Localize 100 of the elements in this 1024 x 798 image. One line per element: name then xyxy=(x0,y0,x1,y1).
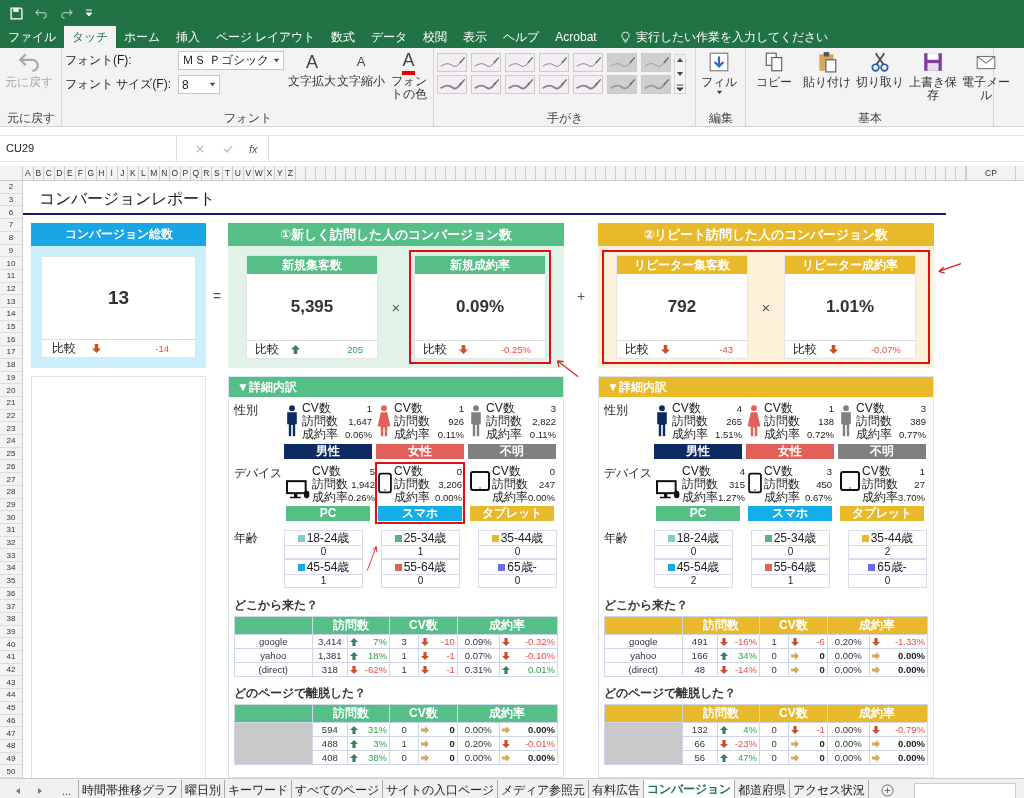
row-header[interactable]: 19 xyxy=(0,371,22,385)
pen-swatch[interactable] xyxy=(505,53,535,72)
row-header[interactable]: 25 xyxy=(0,447,22,461)
row-header[interactable]: 32 xyxy=(0,536,22,550)
toolbar-button[interactable]: 貼り付け xyxy=(802,51,852,89)
column-header[interactable]: Q xyxy=(191,166,202,180)
row-header[interactable]: 13 xyxy=(0,295,22,309)
toolbar-button[interactable]: 電子メール xyxy=(961,51,1011,102)
row-header[interactable]: 43 xyxy=(0,676,22,690)
row-header[interactable]: 17 xyxy=(0,346,22,359)
pen-swatch[interactable] xyxy=(437,75,467,94)
row-header[interactable]: 6 xyxy=(0,206,22,220)
column-header[interactable]: N xyxy=(159,166,170,180)
column-header[interactable]: J xyxy=(117,166,128,180)
ribbon-tab[interactable]: 挿入 xyxy=(168,26,208,48)
row-header[interactable]: 30 xyxy=(0,511,22,524)
more-sheets-button[interactable]: ... xyxy=(62,784,78,797)
toolbar-button[interactable]: コピー xyxy=(749,51,799,89)
row-header[interactable]: 38 xyxy=(0,612,22,626)
pen-swatch[interactable] xyxy=(471,75,501,94)
customize-caret-icon[interactable] xyxy=(85,9,93,17)
font-size-combo[interactable]: 8 xyxy=(178,75,220,94)
column-header[interactable]: F xyxy=(75,166,86,180)
row-header[interactable]: 24 xyxy=(0,435,22,448)
pen-swatch[interactable] xyxy=(641,75,671,94)
horizontal-scrollbar[interactable] xyxy=(914,782,1016,798)
next-sheet-icon[interactable] xyxy=(36,786,44,795)
row-header[interactable]: 26 xyxy=(0,460,22,474)
column-header[interactable]: K xyxy=(128,166,139,180)
row-header[interactable]: 46 xyxy=(0,714,22,728)
ribbon-tab[interactable]: ヘルプ xyxy=(495,26,548,48)
column-header[interactable]: W xyxy=(254,166,265,180)
font-combo[interactable]: ＭＳ Ｐゴシック xyxy=(178,51,284,70)
column-header[interactable]: CP xyxy=(967,166,1016,180)
sheet-tab[interactable]: サイトの入口ページ xyxy=(383,779,498,798)
column-header[interactable]: C xyxy=(44,166,55,180)
sheet-tab[interactable]: コンバージョン xyxy=(644,779,735,798)
toolbar-button[interactable]: 切り取り xyxy=(855,51,905,89)
row-header[interactable]: 49 xyxy=(0,752,22,766)
pen-swatch[interactable] xyxy=(641,53,671,72)
row-header[interactable]: 42 xyxy=(0,663,22,677)
column-header[interactable]: G xyxy=(86,166,97,180)
column-header[interactable]: I xyxy=(107,166,118,180)
font-button[interactable]: A フォントの色 xyxy=(387,51,430,101)
check-icon[interactable] xyxy=(223,143,233,154)
row-header[interactable]: 28 xyxy=(0,485,22,499)
column-header[interactable]: R xyxy=(201,166,212,180)
toolbar-button[interactable]: 上書き保存 xyxy=(908,51,958,102)
pen-swatch[interactable] xyxy=(437,53,467,72)
row-header[interactable]: 44 xyxy=(0,689,22,702)
ribbon-tab[interactable]: 表示 xyxy=(455,26,496,48)
ribbon-tab[interactable]: 校閲 xyxy=(415,26,456,48)
row-header[interactable]: 48 xyxy=(0,739,22,753)
pen-swatch[interactable] xyxy=(505,75,535,94)
row-header[interactable]: 18 xyxy=(0,358,22,372)
column-header[interactable]: A xyxy=(23,166,34,180)
font-button[interactable]: A 文字縮小 xyxy=(338,51,384,88)
column-header[interactable]: L xyxy=(138,166,149,180)
row-header[interactable]: 20 xyxy=(0,384,22,397)
pen-swatch[interactable] xyxy=(607,75,637,94)
row-header[interactable]: 9 xyxy=(0,244,22,258)
column-header[interactable]: M xyxy=(149,166,160,180)
pen-swatch[interactable] xyxy=(573,75,603,94)
previous-sheet-icon[interactable] xyxy=(14,786,22,795)
row-header[interactable]: 22 xyxy=(0,409,22,423)
row-header[interactable]: 31 xyxy=(0,524,22,537)
fill-button[interactable]: フィル xyxy=(699,51,739,96)
column-header[interactable]: O xyxy=(170,166,181,180)
ribbon-tab[interactable]: タッチ xyxy=(64,26,116,48)
pen-swatch[interactable] xyxy=(471,53,501,72)
ribbon-tab[interactable]: Acrobat xyxy=(547,26,605,48)
column-header[interactable]: Y xyxy=(275,166,286,180)
column-header[interactable]: S xyxy=(212,166,223,180)
sheet-tab[interactable]: 有料広告 xyxy=(589,779,644,798)
row-header[interactable]: 39 xyxy=(0,625,22,639)
row-header[interactable]: 16 xyxy=(0,333,22,347)
cancel-icon[interactable] xyxy=(195,143,205,154)
row-header[interactable]: 15 xyxy=(0,320,22,334)
sheet-tab[interactable]: 都道府県 xyxy=(735,779,790,798)
scroll-up-icon[interactable] xyxy=(676,56,684,64)
column-header[interactable]: D xyxy=(54,166,65,180)
row-header[interactable]: 41 xyxy=(0,651,22,664)
row-header[interactable]: 2 xyxy=(0,181,22,194)
column-header[interactable]: P xyxy=(180,166,191,180)
sheet-tab[interactable]: すべてのページ xyxy=(292,779,383,798)
name-box[interactable]: CU29 xyxy=(0,136,177,161)
more-icon[interactable] xyxy=(676,84,684,92)
ribbon-tab[interactable]: ファイル xyxy=(0,26,64,48)
column-header[interactable]: B xyxy=(33,166,44,180)
row-header[interactable]: 37 xyxy=(0,600,22,613)
scroll-down-icon[interactable] xyxy=(676,70,684,78)
row-header[interactable]: 27 xyxy=(0,473,22,486)
column-header[interactable]: E xyxy=(65,166,76,180)
row-header[interactable]: 21 xyxy=(0,396,22,410)
pen-swatch[interactable] xyxy=(573,53,603,72)
insert-function-button[interactable]: fx xyxy=(249,142,258,155)
pen-swatch[interactable] xyxy=(539,75,569,94)
row-header[interactable]: 29 xyxy=(0,498,22,512)
sheet-tab[interactable]: 時間帯推移グラフ xyxy=(78,779,182,798)
column-header[interactable]: V xyxy=(243,166,254,180)
